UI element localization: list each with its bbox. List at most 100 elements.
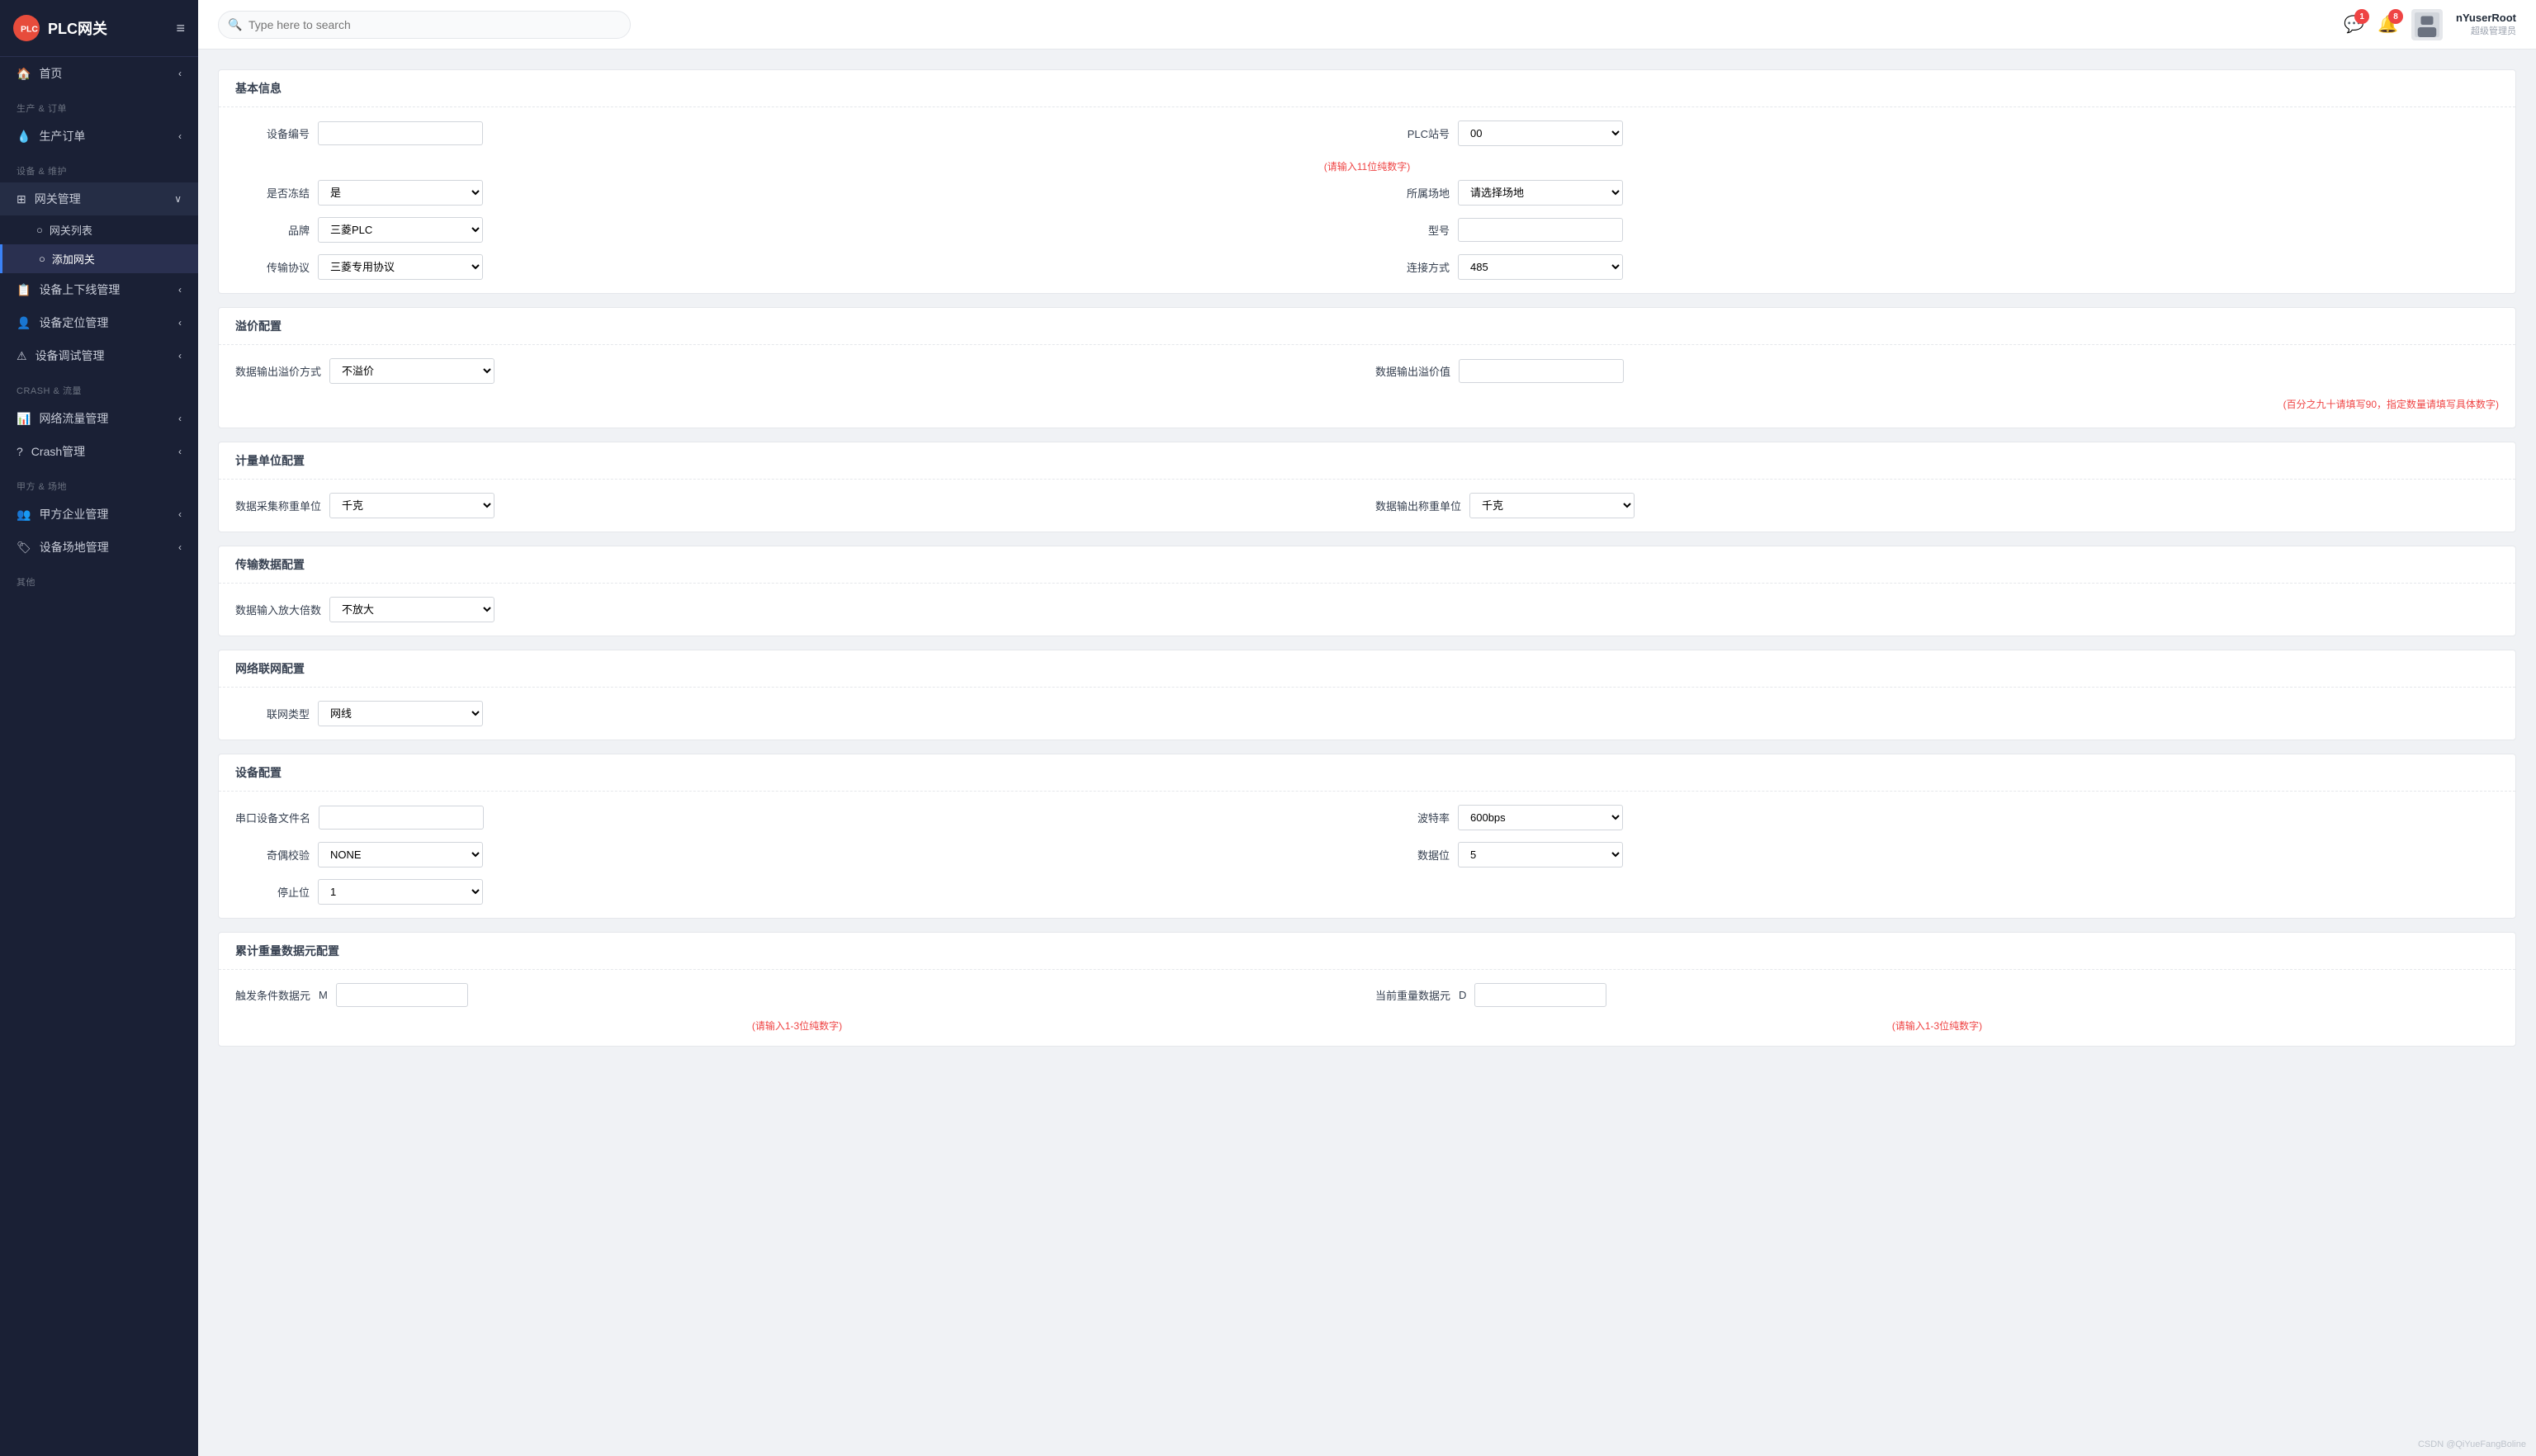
sidebar-item-gateway-mgmt[interactable]: ⊞ 网关管理 ∨ bbox=[0, 182, 198, 215]
section-basic-info-title: 基本信息 bbox=[219, 70, 2515, 107]
input-trigger[interactable] bbox=[336, 983, 468, 1007]
form-row-brand: 品牌 三菱PLC西门子欧姆龙 型号 bbox=[235, 217, 2499, 243]
person-icon: 👤 bbox=[17, 316, 31, 330]
label-network-type: 联网类型 bbox=[235, 706, 310, 721]
form-group-parity: 奇偶校验 NONEODDEVEN bbox=[235, 842, 1359, 867]
select-connection[interactable]: 485232TCP bbox=[1458, 254, 1623, 280]
label-stop-bits: 停止位 bbox=[235, 884, 310, 900]
select-freeze[interactable]: 是否 bbox=[318, 180, 483, 206]
select-stop-bits[interactable]: 11.52 bbox=[318, 879, 483, 905]
sidebar-item-label: 网关管理 bbox=[35, 191, 81, 207]
chevron-right-icon: ‹ bbox=[178, 350, 182, 362]
sidebar-item-label: 首页 bbox=[39, 65, 62, 82]
warning-icon: ⚠ bbox=[17, 349, 27, 363]
label-serial-file: 串口设备文件名 bbox=[235, 810, 310, 825]
select-data-bits[interactable]: 5678 bbox=[1458, 842, 1623, 867]
label-connection: 连接方式 bbox=[1375, 259, 1450, 275]
input-device-id[interactable] bbox=[318, 121, 483, 145]
select-parity[interactable]: NONEODDEVEN bbox=[318, 842, 483, 867]
select-protocol[interactable]: 三菱专用协议Modbus bbox=[318, 254, 483, 280]
select-network-type[interactable]: 网线4GWiFi bbox=[318, 701, 483, 726]
section-unit-body: 数据采集称重单位 千克克吨 数据输出称重单位 千克克吨 bbox=[219, 480, 2515, 532]
grid-icon: ⊞ bbox=[17, 192, 26, 206]
sidebar-item-device-debug[interactable]: ⚠ 设备调试管理 ‹ bbox=[0, 339, 198, 372]
select-collect-unit[interactable]: 千克克吨 bbox=[329, 493, 494, 518]
label-baud-rate: 波特率 bbox=[1375, 810, 1450, 825]
sidebar-item-client-mgmt[interactable]: 👥 甲方企业管理 ‹ bbox=[0, 498, 198, 531]
bell-notification-btn[interactable]: 🔔 8 bbox=[2378, 14, 2398, 35]
label-overflow-value: 数据输出溢价值 bbox=[1375, 363, 1450, 379]
sidebar-sub-add-gateway[interactable]: ○ 添加网关 bbox=[0, 244, 198, 273]
label-protocol: 传输协议 bbox=[235, 259, 310, 275]
form-group-site: 所属场地 请选择场地 bbox=[1375, 180, 2499, 206]
label-device-id: 设备编号 bbox=[235, 125, 310, 141]
search-input[interactable] bbox=[218, 11, 631, 39]
label-parity: 奇偶校验 bbox=[235, 847, 310, 863]
input-serial-file[interactable] bbox=[319, 806, 484, 830]
group-icon: 👥 bbox=[17, 508, 31, 522]
hint-device-id: (请输入11位纯数字) bbox=[235, 158, 2499, 180]
sidebar-sub-gateway-list[interactable]: ○ 网关列表 bbox=[0, 215, 198, 244]
form-row-protocol: 传输协议 三菱专用协议Modbus 连接方式 485232TCP bbox=[235, 254, 2499, 280]
circle-icon: ○ bbox=[39, 253, 45, 265]
label-model: 型号 bbox=[1375, 222, 1450, 238]
section-unit-title: 计量单位配置 bbox=[219, 442, 2515, 480]
form-group-overflow-method: 数据输出溢价方式 不溢价百分比指定数量 bbox=[235, 358, 1359, 384]
chevron-right-icon: ‹ bbox=[178, 68, 182, 79]
select-output-unit[interactable]: 千克克吨 bbox=[1469, 493, 1635, 518]
sidebar-item-home[interactable]: 🏠 首页 ‹ bbox=[0, 57, 198, 90]
section-network-config: 网络联网配置 联网类型 网线4GWiFi bbox=[218, 650, 2516, 740]
watermark: CSDN @QiYueFangBoline bbox=[2418, 1439, 2526, 1449]
section-device-config: 设备配置 串口设备文件名 波特率 600bps1200bps2400bps480… bbox=[218, 754, 2516, 919]
question-icon: ? bbox=[17, 445, 23, 458]
section-label-production: 生产 & 订单 bbox=[0, 90, 198, 120]
input-current-weight[interactable] bbox=[1474, 983, 1606, 1007]
select-baud-rate[interactable]: 600bps1200bps2400bps4800bps9600bps bbox=[1458, 805, 1623, 830]
section-overflow-config: 溢价配置 数据输出溢价方式 不溢价百分比指定数量 数据输出溢价值 (百分之九十请… bbox=[218, 307, 2516, 428]
label-freeze: 是否冻结 bbox=[235, 185, 310, 201]
chevron-right-icon: ‹ bbox=[178, 541, 182, 553]
form-row-cumulative: 触发条件数据元 M 当前重量数据元 D bbox=[235, 983, 2499, 1007]
section-transfer-body: 数据输入放大倍数 不放大10倍100倍 bbox=[219, 584, 2515, 636]
form-group-serial-file: 串口设备文件名 bbox=[235, 806, 1359, 830]
form-row-device-id: 设备编号 PLC站号 000102 bbox=[235, 121, 2499, 146]
select-amplify[interactable]: 不放大10倍100倍 bbox=[329, 597, 494, 622]
label-trigger: 触发条件数据元 bbox=[235, 987, 310, 1003]
sidebar-item-label: 生产订单 bbox=[39, 128, 85, 144]
section-device-body: 串口设备文件名 波特率 600bps1200bps2400bps4800bps9… bbox=[219, 792, 2515, 918]
sidebar-item-production-order[interactable]: 💧 生产订单 ‹ bbox=[0, 120, 198, 153]
section-overflow-title: 溢价配置 bbox=[219, 308, 2515, 345]
sidebar-item-site-mgmt[interactable]: 🏷 设备场地管理 ‹ bbox=[0, 531, 198, 564]
hint-current-weight: (请输入1-3位纯数字) bbox=[1892, 1019, 1982, 1038]
sidebar-item-label: 设备场地管理 bbox=[40, 539, 109, 555]
sidebar-item-label: 设备定位管理 bbox=[39, 314, 108, 331]
select-site[interactable]: 请选择场地 bbox=[1458, 180, 1623, 206]
sidebar-item-crash-mgmt[interactable]: ? Crash管理 ‹ bbox=[0, 435, 198, 468]
input-model[interactable] bbox=[1458, 218, 1623, 242]
message-notification-btn[interactable]: 💬 1 bbox=[2344, 14, 2364, 35]
label-output-unit: 数据输出称重单位 bbox=[1375, 498, 1461, 513]
label-current-weight: 当前重量数据元 bbox=[1375, 987, 1450, 1003]
form-group-protocol: 传输协议 三菱专用协议Modbus bbox=[235, 254, 1359, 280]
prefix-m: M bbox=[319, 989, 328, 1001]
select-plc-station[interactable]: 000102 bbox=[1458, 121, 1623, 146]
search-box: 🔍 bbox=[218, 11, 631, 39]
section-overflow-body: 数据输出溢价方式 不溢价百分比指定数量 数据输出溢价值 (百分之九十请填写90，… bbox=[219, 345, 2515, 428]
form-group-overflow-value: 数据输出溢价值 bbox=[1375, 359, 2499, 383]
menu-toggle-icon[interactable]: ≡ bbox=[176, 20, 185, 37]
chevron-right-icon: ‹ bbox=[178, 446, 182, 457]
user-info: nYuserRoot 超级管理员 bbox=[2456, 12, 2516, 37]
form-row-overflow: 数据输出溢价方式 不溢价百分比指定数量 数据输出溢价值 bbox=[235, 358, 2499, 384]
sidebar-item-network-traffic[interactable]: 📊 网络流量管理 ‹ bbox=[0, 402, 198, 435]
drop-icon: 💧 bbox=[17, 130, 31, 144]
form-group-plc-station: PLC站号 000102 bbox=[1375, 121, 2499, 146]
sidebar-sub-label: 添加网关 bbox=[52, 251, 95, 267]
prefix-d: D bbox=[1459, 989, 1466, 1001]
select-brand[interactable]: 三菱PLC西门子欧姆龙 bbox=[318, 217, 483, 243]
tag-icon: 🏷 bbox=[17, 541, 31, 555]
sidebar-item-device-online[interactable]: 📋 设备上下线管理 ‹ bbox=[0, 273, 198, 306]
select-overflow-method[interactable]: 不溢价百分比指定数量 bbox=[329, 358, 494, 384]
input-overflow-value[interactable] bbox=[1459, 359, 1624, 383]
sidebar-item-device-location[interactable]: 👤 设备定位管理 ‹ bbox=[0, 306, 198, 339]
section-transfer-config: 传输数据配置 数据输入放大倍数 不放大10倍100倍 bbox=[218, 546, 2516, 636]
